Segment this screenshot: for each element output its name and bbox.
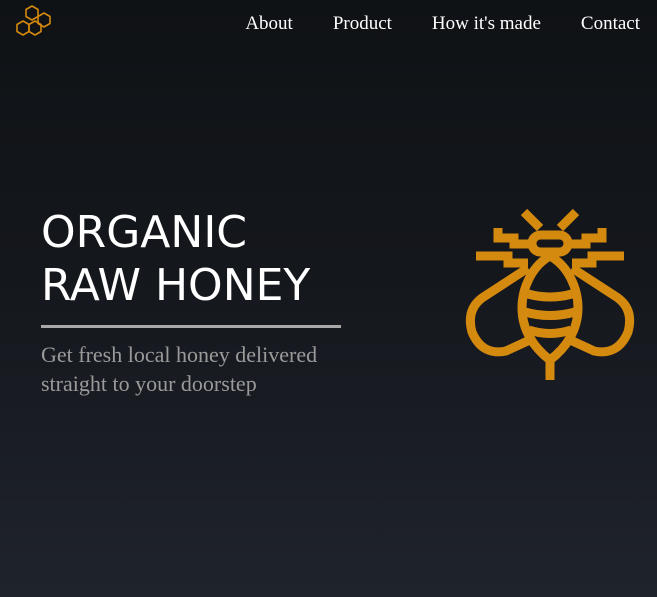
hero-title-line-1: ORGANIC <box>41 207 248 258</box>
bee-icon <box>465 208 635 380</box>
honeycomb-icon[interactable] <box>14 4 52 40</box>
hero-title-line-2: RAW HONEY <box>41 260 311 311</box>
main-nav: About Product How it's made Contact <box>245 12 640 36</box>
hero-section: ORGANIC RAW HONEY Get fresh local honey … <box>41 206 361 398</box>
nav-link-how-its-made[interactable]: How it's made <box>432 12 541 36</box>
hero-title: ORGANIC RAW HONEY <box>41 206 361 312</box>
hero-tagline: Get fresh local honey delivered straight… <box>41 340 361 398</box>
nav-link-contact[interactable]: Contact <box>581 12 640 36</box>
nav-link-product[interactable]: Product <box>333 12 392 36</box>
nav-link-about[interactable]: About <box>245 12 293 36</box>
hero-divider <box>41 325 341 328</box>
hero-tagline-line-2: straight to your doorstep <box>41 371 257 396</box>
hero-tagline-line-1: Get fresh local honey delivered <box>41 342 318 367</box>
